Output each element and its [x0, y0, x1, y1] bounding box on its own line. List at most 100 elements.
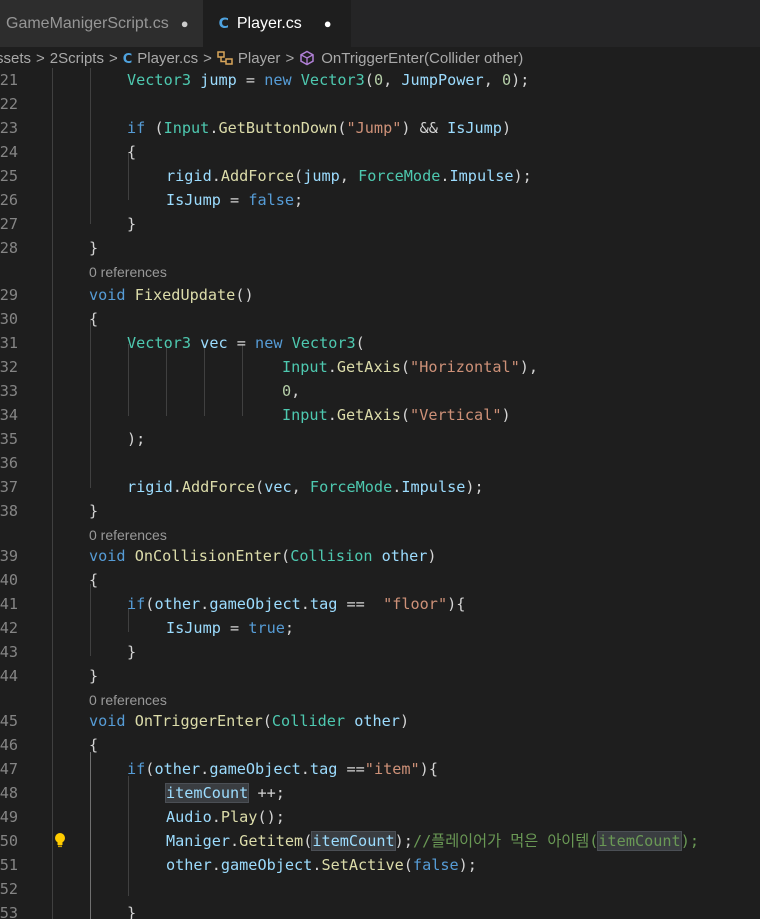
code-text: } [127, 904, 137, 919]
line-number: 34 [0, 406, 18, 424]
code-text: } [89, 502, 99, 520]
code-line: 51 other.gameObject.SetActive(false); [0, 853, 760, 877]
code-text: rigid.AddForce(jump, ForceMode.Impulse); [166, 167, 532, 185]
line-number: 53 [0, 904, 18, 919]
line-number: 49 [0, 808, 18, 826]
code-text: void OnTriggerEnter(Collider other) [89, 712, 410, 730]
code-line: 46 { [0, 733, 760, 757]
code-line: 45 void OnTriggerEnter(Collider other) [0, 709, 760, 733]
tab-player-cs[interactable]: C Player.cs ● [202, 0, 351, 47]
code-text: } [127, 643, 137, 661]
line-number: 21 [0, 71, 18, 89]
line-number: 22 [0, 95, 18, 113]
code-line: 32 Input.GetAxis("Horizontal"), [0, 355, 760, 379]
code-line: 53 } [0, 901, 760, 919]
code-line: 35 ); [0, 427, 760, 451]
code-line: 22 [0, 92, 760, 116]
line-number: 27 [0, 215, 18, 233]
code-editor[interactable]: 21 Vector3 jump = new Vector3(0, JumpPow… [0, 68, 760, 919]
code-line: 38 } [0, 499, 760, 523]
code-line: 33 0, [0, 379, 760, 403]
code-line: 29 void FixedUpdate() [0, 283, 760, 307]
code-line: 30 { [0, 307, 760, 331]
code-text: rigid.AddForce(vec, ForceMode.Impulse); [127, 478, 484, 496]
code-text: } [89, 239, 99, 257]
line-number: 26 [0, 191, 18, 209]
code-line: 26 IsJump = false; [0, 188, 760, 212]
tab-bar: GameManigerScript.cs ● C Player.cs ● [0, 0, 760, 47]
code-line: 28 } [0, 236, 760, 260]
code-line: 24 { [0, 140, 760, 164]
line-number: 31 [0, 334, 18, 352]
code-line: 43 } [0, 640, 760, 664]
code-text: IsJump = false; [166, 191, 304, 209]
code-line: 52 [0, 877, 760, 901]
code-text: { [89, 571, 99, 589]
line-number: 32 [0, 358, 18, 376]
code-text: Audio.Play(); [166, 808, 285, 826]
unsaved-dot-icon[interactable]: ● [324, 16, 332, 31]
code-line: 34 Input.GetAxis("Vertical") [0, 403, 760, 427]
tab-gamemanigerscript[interactable]: GameManigerScript.cs ● [0, 0, 203, 47]
code-text: void OnCollisionEnter(Collision other) [89, 547, 437, 565]
code-line: 49 Audio.Play(); [0, 805, 760, 829]
code-line: 47 if(other.gameObject.tag =="item"){ [0, 757, 760, 781]
code-text: { [89, 736, 99, 754]
code-text: if (Input.GetButtonDown("Jump") && IsJum… [127, 119, 512, 137]
line-number: 44 [0, 667, 18, 685]
tab-bar-empty [350, 0, 760, 47]
code-line: 44 } [0, 664, 760, 688]
code-line: 23 if (Input.GetButtonDown("Jump") && Is… [0, 116, 760, 140]
highlighted-symbol: itemCount [597, 831, 682, 851]
line-number: 50 [0, 832, 18, 850]
code-text: Vector3 jump = new Vector3(0, JumpPower,… [127, 71, 530, 89]
line-number: 47 [0, 760, 18, 778]
code-text: other.gameObject.SetActive(false); [166, 856, 477, 874]
codelens-references[interactable]: 0 references [89, 260, 167, 284]
code-text: void FixedUpdate() [89, 286, 254, 304]
line-number: 41 [0, 595, 18, 613]
code-line: 39 void OnCollisionEnter(Collision other… [0, 544, 760, 568]
code-text: { [127, 143, 137, 161]
code-line: 25 rigid.AddForce(jump, ForceMode.Impuls… [0, 164, 760, 188]
line-number: 36 [0, 454, 18, 472]
line-number: 51 [0, 856, 18, 874]
line-number: 24 [0, 143, 18, 161]
code-line: 40 { [0, 568, 760, 592]
highlighted-symbol: itemCount [311, 831, 396, 851]
line-number: 42 [0, 619, 18, 637]
codelens-row: 0 references [0, 260, 760, 284]
line-number: 48 [0, 784, 18, 802]
tab-label: GameManigerScript.cs [6, 14, 169, 32]
code-text: Input.GetAxis("Vertical") [282, 406, 511, 424]
highlighted-symbol: itemCount [164, 783, 250, 803]
code-text: itemCount ++; [164, 783, 285, 803]
line-number: 45 [0, 712, 18, 730]
code-text: ); [127, 430, 146, 448]
line-number: 25 [0, 167, 18, 185]
code-line: 37 rigid.AddForce(vec, ForceMode.Impulse… [0, 475, 760, 499]
code-text: IsJump = true; [166, 619, 295, 637]
code-line: 31 Vector3 vec = new Vector3( [0, 331, 760, 355]
code-line: 36 [0, 451, 760, 475]
code-text: if(other.gameObject.tag == "floor"){ [127, 595, 466, 613]
code-line: 27 } [0, 212, 760, 236]
code-text: } [89, 667, 99, 685]
code-line: 41 if(other.gameObject.tag == "floor"){ [0, 592, 760, 616]
line-number: 46 [0, 736, 18, 754]
lightbulb-icon[interactable] [53, 832, 67, 848]
code-text: 0, [282, 382, 301, 400]
line-number: 30 [0, 310, 18, 328]
code-text: Input.GetAxis("Horizontal"), [282, 358, 539, 376]
line-number: 29 [0, 286, 18, 304]
code-text: if(other.gameObject.tag =="item"){ [127, 760, 438, 778]
code-line: 21 Vector3 jump = new Vector3(0, JumpPow… [0, 68, 760, 92]
unsaved-dot-icon[interactable]: ● [181, 16, 189, 31]
line-number: 28 [0, 239, 18, 257]
line-number: 40 [0, 571, 18, 589]
code-line: 48 itemCount ++; [0, 781, 760, 805]
code-text: { [89, 310, 99, 328]
code-line: 42 IsJump = true; [0, 616, 760, 640]
line-number: 38 [0, 502, 18, 520]
line-number: 43 [0, 643, 18, 661]
